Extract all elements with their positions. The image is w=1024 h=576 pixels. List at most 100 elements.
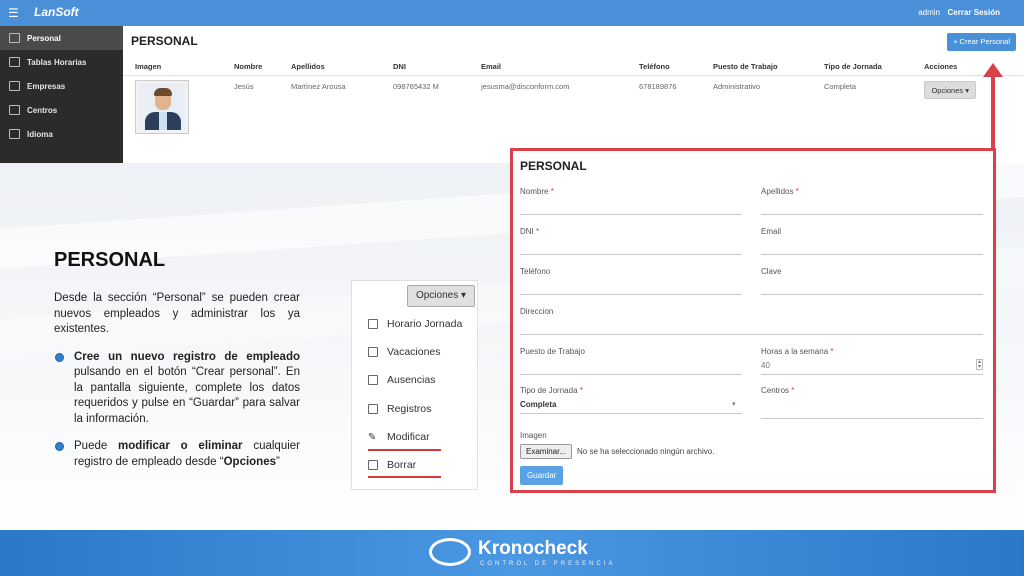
sidebar-item-label: Centros — [27, 105, 58, 115]
sidebar-item-idioma[interactable]: Idioma — [0, 122, 123, 146]
label-centros: Centros * — [761, 386, 795, 395]
label-dni: DNI * — [520, 227, 540, 236]
menu-icon[interactable]: ☰ — [8, 6, 19, 20]
arrow-line — [991, 74, 995, 151]
cell-jornada: Completa — [824, 82, 857, 91]
calendar-check-icon — [368, 347, 378, 357]
clock-logo-icon — [429, 538, 471, 566]
menu-item-modificar[interactable]: ✎ Modificar — [368, 427, 473, 447]
clave-input[interactable] — [761, 294, 983, 295]
direccion-input[interactable] — [520, 334, 983, 335]
save-button[interactable]: Guardar — [520, 466, 564, 485]
footer-brand: Kronocheck — [478, 538, 588, 559]
top-navbar: ☰ LanSoft admin Cerrar Sesión — [0, 0, 1024, 26]
label-direccion: Direccion — [520, 307, 554, 316]
options-toggle-button[interactable]: Opciones ▾ — [407, 285, 475, 307]
nombre-input[interactable] — [520, 214, 742, 215]
menu-item-label: Ausencias — [387, 374, 436, 386]
menu-item-label: Vacaciones — [387, 346, 441, 358]
column-header: Acciones — [924, 62, 958, 71]
bullet-icon — [55, 352, 64, 362]
label-telefono: Teléfono — [520, 267, 551, 276]
footer-subtitle: CONTROL DE PRESENCIA — [480, 561, 616, 567]
horas-input[interactable] — [761, 374, 983, 375]
sidebar-item-label: Tablas Horarias — [27, 57, 87, 67]
cell-email: jesusma@disconform.com — [481, 82, 570, 91]
chevron-down-icon[interactable]: ▾ — [732, 400, 736, 408]
bullet-bold: modificar o eliminar — [118, 440, 243, 452]
calendar-x-icon — [368, 375, 378, 385]
menu-item-label: Borrar — [387, 459, 417, 471]
cell-telefono: 678189876 — [639, 82, 677, 91]
menu-item-vacaciones[interactable]: Vacaciones — [368, 342, 473, 362]
table-icon — [9, 57, 20, 67]
puesto-input[interactable] — [520, 374, 742, 375]
menu-item-borrar[interactable]: Borrar — [368, 455, 473, 475]
sidebar-item-label: Personal — [27, 33, 61, 43]
column-header: Apellidos — [291, 62, 325, 71]
column-header: Email — [481, 62, 502, 71]
dni-input[interactable] — [520, 254, 742, 255]
label-clave: Clave — [761, 267, 782, 276]
cell-puesto: Administrativo — [713, 82, 761, 91]
slide-title: PERSONAL — [54, 249, 166, 271]
label-nombre: Nombre * — [520, 187, 554, 196]
centros-input[interactable] — [761, 418, 983, 419]
pencil-icon: ✎ — [368, 432, 377, 443]
bullet-edit: Puede modificar o eliminar cualquier reg… — [54, 439, 300, 470]
menu-item-horario-jornada[interactable]: Horario Jornada — [368, 314, 473, 334]
building-icon — [9, 81, 20, 91]
sidebar-item-empresas[interactable]: Empresas — [0, 74, 123, 98]
options-dropdown: Opciones ▾ Horario Jornada Vacaciones Au… — [351, 280, 478, 490]
label-jornada: Tipo de Jornada * — [520, 386, 583, 395]
horas-value[interactable]: 40 — [761, 361, 770, 370]
create-personal-button[interactable]: + Crear Personal — [947, 33, 1016, 51]
form-title: PERSONAL — [520, 159, 587, 173]
table-header: Imagen Nombre Apellidos DNI Email Teléfo… — [123, 62, 1024, 76]
menu-item-label: Modificar — [387, 431, 430, 443]
menu-item-registros[interactable]: Registros — [368, 399, 473, 419]
menu-item-label: Registros — [387, 403, 432, 415]
app-logo[interactable]: LanSoft — [34, 5, 79, 19]
file-browse-button[interactable]: Examinar... — [520, 444, 573, 459]
bullet-text: pulsando en el botón “Crear personal”. E… — [74, 366, 300, 425]
label-imagen: Imagen — [520, 431, 547, 440]
cell-nombre: Jesús — [234, 82, 254, 91]
horas-stepper[interactable]: ▴ ▾ — [976, 359, 983, 370]
cell-dni: 098765432 M — [393, 82, 439, 91]
sidebar-item-label: Idioma — [27, 129, 53, 139]
cell-apellidos: Martínez Arousa — [291, 82, 346, 91]
column-header: Puesto de Trabajo — [713, 62, 778, 71]
email-input[interactable] — [761, 254, 983, 255]
menu-item-label: Horario Jornada — [387, 318, 463, 330]
logout-link[interactable]: Cerrar Sesión — [948, 8, 1000, 17]
jornada-select-line — [520, 413, 742, 414]
column-header: Imagen — [135, 62, 162, 71]
user-link[interactable]: admin — [918, 8, 940, 17]
bullet-text: Puede — [74, 440, 119, 452]
bullet-bold: Cree un nuevo registro de empleado — [74, 350, 300, 363]
options-button[interactable]: Opciones ▾ — [924, 81, 976, 99]
footer-banner: Kronocheck CONTROL DE PRESENCIA — [0, 530, 1024, 576]
jornada-select[interactable]: Completa — [520, 400, 556, 409]
sidebar-item-tablas-horarias[interactable]: Tablas Horarias — [0, 50, 123, 74]
sidebar-item-label: Empresas — [27, 81, 66, 91]
label-email: Email — [761, 227, 782, 236]
highlight-underline — [368, 449, 441, 451]
bullet-create: Cree un nuevo registro de empleado pulsa… — [54, 350, 300, 428]
column-header: Nombre — [234, 62, 263, 71]
column-header: DNI — [393, 62, 406, 71]
trash-icon — [368, 460, 378, 470]
sidebar-item-centros[interactable]: Centros — [0, 98, 123, 122]
column-header: Teléfono — [639, 62, 670, 71]
menu-item-ausencias[interactable]: Ausencias — [368, 370, 473, 390]
apellidos-input[interactable] — [761, 214, 983, 215]
person-icon — [9, 33, 20, 43]
location-icon — [9, 105, 20, 115]
bullet-text: ” — [276, 455, 280, 468]
table-row[interactable]: Jesús Martínez Arousa 098765432 M jesusm… — [123, 78, 1024, 136]
create-personal-form: PERSONAL Nombre * Apellidos * DNI * Emai… — [510, 148, 996, 493]
page-title: PERSONAL — [131, 34, 198, 48]
sidebar-item-personal[interactable]: Personal — [0, 26, 123, 50]
telefono-input[interactable] — [520, 294, 742, 295]
